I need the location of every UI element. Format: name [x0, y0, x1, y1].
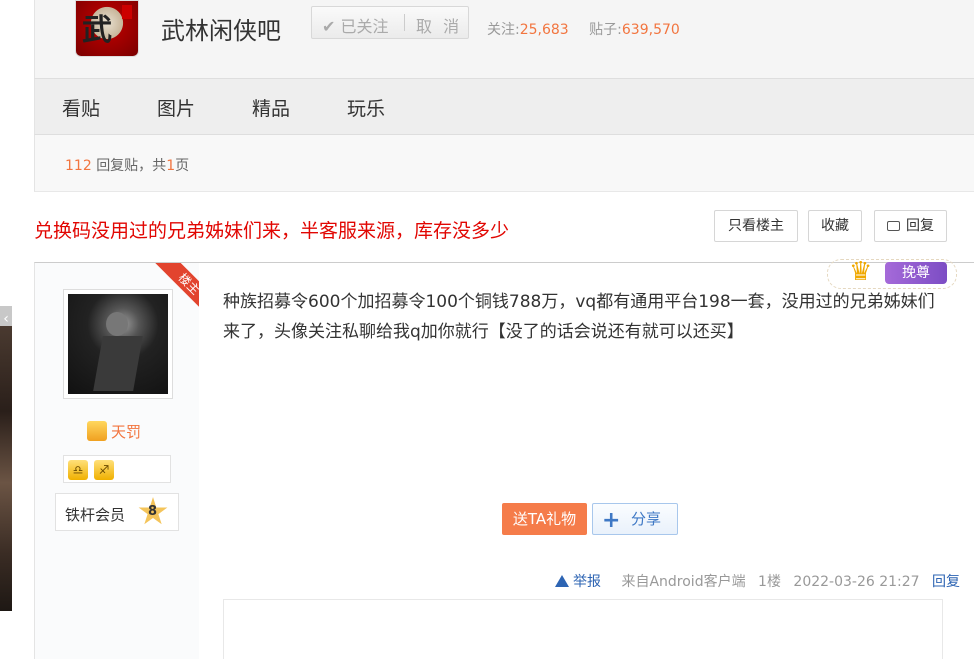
crown-icon: ♛ — [849, 257, 873, 287]
libra-badge-icon[interactable]: ♎ — [68, 460, 88, 480]
reply-label: 回复贴，共 — [96, 158, 167, 174]
post-count: 639,570 — [621, 22, 680, 38]
post-content: 种族招募令600个加招募令100个铜钱788万，vq都有通用平台198一套，没用… — [223, 292, 935, 342]
username-label: 天罚 — [111, 423, 142, 441]
follow-count-label: 关注: — [487, 22, 520, 38]
followed-label[interactable]: ✔ 已关注 — [322, 13, 389, 37]
follow-count: 25,683 — [519, 22, 569, 38]
send-gift-button[interactable]: 送TA礼物 — [502, 503, 587, 535]
post-floor-1: 楼主 天罚 ♎ ♐ 铁杆会员 8 ♛ 挽尊 种族招募令600个加招募令100个铜… — [34, 257, 974, 659]
page-label: 页 — [175, 158, 190, 174]
forum-nav: 看贴 图片 精品 玩乐 — [34, 78, 974, 135]
page-count: 1 — [166, 158, 176, 174]
forum-logo-glyph: 武 — [82, 13, 112, 48]
share-label: 分享 — [631, 510, 662, 528]
reply-summary: 112 回复贴，共1页 — [65, 155, 189, 175]
report-link[interactable]: 举报 — [555, 574, 609, 590]
thread-reply-button[interactable]: 回复 — [874, 210, 947, 242]
nav-tab-posts[interactable]: 看贴 — [62, 94, 100, 121]
post-tail: 举报 来自Android客户端 1楼 2022-03-26 21:27 回复 — [555, 571, 968, 591]
forum-logo-seal — [122, 5, 132, 19]
sagittarius-badge-icon[interactable]: ♐ — [94, 460, 114, 480]
username[interactable]: 天罚 — [87, 421, 141, 442]
share-button[interactable]: + 分享 — [592, 503, 678, 535]
pager-bar: 112 回复贴，共1页 — [34, 135, 974, 192]
favorite-button[interactable]: 收藏 — [808, 210, 862, 242]
post-time: 2022-03-26 21:27 — [793, 574, 920, 590]
thread-title: 兑换码没用过的兄弟姊妹们来，半客服来源，库存没多少 — [34, 220, 510, 242]
level-name: 铁杆会员 — [65, 506, 126, 524]
comment-icon — [887, 221, 900, 231]
forum-name[interactable]: 武林闲侠吧 — [161, 11, 281, 46]
reply-count: 112 — [65, 158, 92, 174]
forum-header: 武 武林闲侠吧 ✔ 已关注 取 消 关注:25,683 贴子:639,570 — [34, 0, 974, 78]
level-box[interactable]: 铁杆会员 8 — [55, 493, 179, 531]
vip-badge[interactable]: ♛ 挽尊 — [827, 257, 957, 291]
follow-separator — [404, 14, 405, 31]
warning-icon — [555, 575, 569, 587]
avatar-image — [68, 294, 168, 394]
badge-row: ♎ ♐ — [63, 455, 171, 483]
share-icon: + — [602, 508, 621, 533]
forum-stats: 关注:25,683 贴子:639,570 — [487, 19, 696, 39]
vip-badge-label: 挽尊 — [885, 262, 947, 284]
side-image-strip — [0, 326, 12, 611]
reply-area[interactable] — [223, 599, 943, 659]
post-reply-link[interactable]: 回复 — [932, 574, 960, 590]
nav-tab-fun[interactable]: 玩乐 — [347, 94, 385, 121]
follow-control[interactable]: ✔ 已关注 取 消 — [311, 6, 469, 39]
post-count-label: 贴子: — [589, 22, 622, 38]
avatar[interactable] — [63, 289, 173, 399]
level-number: 8 — [148, 504, 158, 519]
member-icon — [87, 421, 107, 441]
report-label: 举报 — [573, 574, 601, 590]
user-info-column: 楼主 天罚 ♎ ♐ 铁杆会员 8 — [35, 263, 199, 659]
nav-tab-featured[interactable]: 精品 — [252, 94, 290, 121]
only-op-button[interactable]: 只看楼主 — [714, 210, 798, 242]
floor-number: 1楼 — [758, 574, 781, 590]
forum-logo[interactable]: 武 — [75, 0, 139, 57]
nav-tab-images[interactable]: 图片 — [157, 94, 195, 121]
unfollow-button[interactable]: 取 消 — [416, 13, 462, 37]
thread-reply-label: 回复 — [906, 218, 934, 234]
main-column: 武 武林闲侠吧 ✔ 已关注 取 消 关注:25,683 贴子:639,570 看… — [34, 0, 974, 659]
post-source: 来自Android客户端 — [621, 574, 746, 590]
